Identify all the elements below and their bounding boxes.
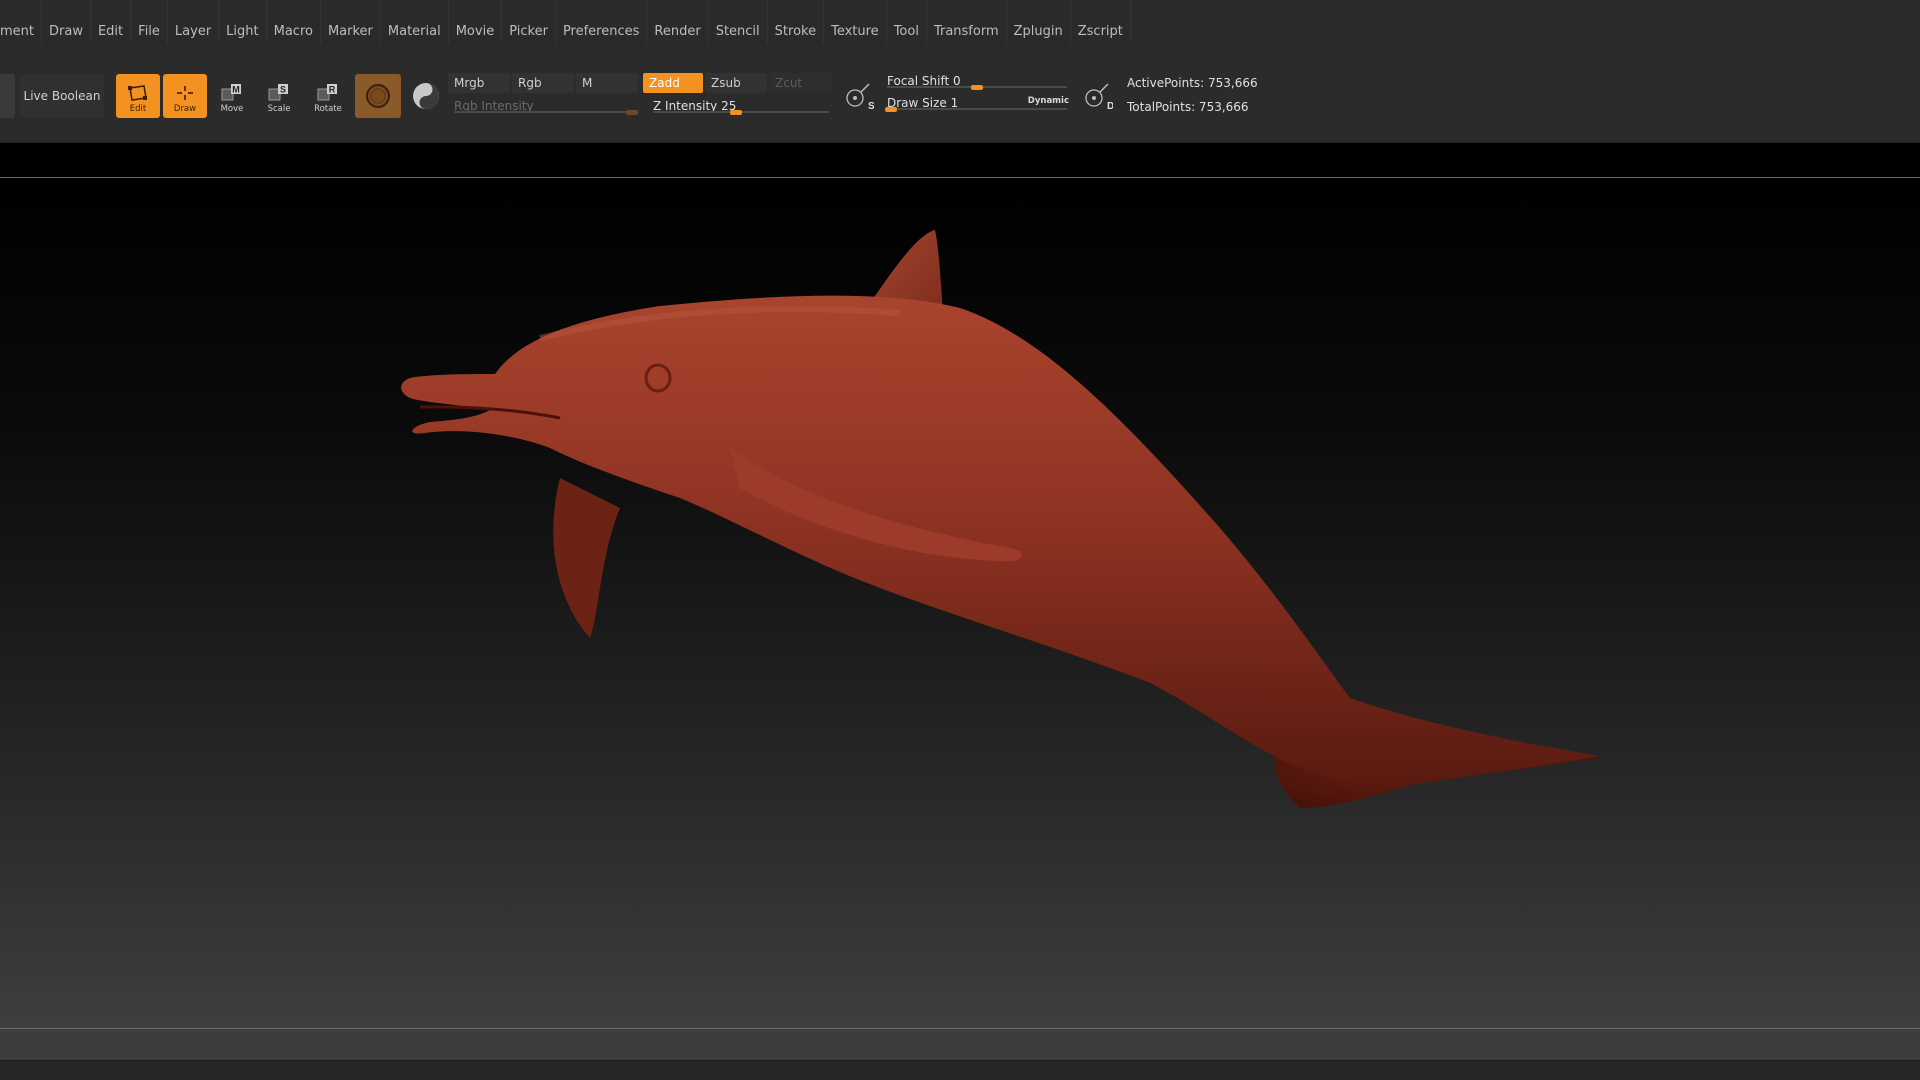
status-bar (0, 1060, 1920, 1080)
rotate-icon: R (317, 84, 337, 101)
zcut-button[interactable]: Zcut (769, 73, 831, 93)
edit-icon (128, 85, 147, 101)
move-icon: M (221, 84, 241, 101)
rotate-label: Rotate (314, 104, 342, 114)
live-boolean-button[interactable]: Live Boolean (20, 74, 104, 118)
rgb-intensity-knob[interactable] (626, 110, 638, 115)
target-s-icon: S (846, 83, 874, 112)
scale-button[interactable]: S Scale (257, 74, 301, 118)
left-flipper (553, 478, 620, 638)
edit-button[interactable]: Edit (116, 74, 160, 118)
menu-alpha-partial[interactable]: ment (0, 0, 42, 44)
z-intensity-knob[interactable] (730, 110, 742, 115)
zbrush-window: ment Draw Edit File Layer Light Macro Ma… (0, 0, 1920, 1080)
menu-picker[interactable]: Picker (502, 0, 556, 44)
menu-stroke[interactable]: Stroke (768, 0, 825, 44)
menu-light[interactable]: Light (219, 0, 267, 44)
menu-texture[interactable]: Texture (824, 0, 887, 44)
target-d-icon: D (1085, 83, 1113, 112)
canvas-top-strip (0, 143, 1920, 177)
menu-stencil[interactable]: Stencil (709, 0, 768, 44)
scale-icon: S (268, 84, 288, 101)
brush-s-button[interactable]: S (839, 76, 877, 116)
mrgb-button[interactable]: Mrgb (448, 73, 510, 93)
menu-material[interactable]: Material (381, 0, 449, 44)
zsub-button[interactable]: Zsub (705, 73, 767, 93)
menu-tool[interactable]: Tool (887, 0, 927, 44)
material-sphere-icon (366, 84, 390, 108)
menu-macro[interactable]: Macro (267, 0, 321, 44)
draw-button[interactable]: Draw (163, 74, 207, 118)
edit-label: Edit (129, 104, 147, 114)
yin-yang-sphere-icon (413, 83, 439, 109)
draw-size-slider[interactable]: Draw Size 1 Dynamic (881, 93, 1073, 113)
menu-preferences[interactable]: Preferences (556, 0, 648, 44)
brush-d-button[interactable]: D (1078, 76, 1116, 116)
menu-movie[interactable]: Movie (449, 0, 503, 44)
svg-text:S: S (280, 85, 286, 95)
menu-render[interactable]: Render (647, 0, 709, 44)
document-canvas[interactable] (0, 177, 1920, 1028)
menu-edit[interactable]: Edit (91, 0, 132, 44)
rgb-button[interactable]: Rgb (512, 73, 574, 93)
zadd-button[interactable]: Zadd (643, 73, 703, 93)
m-button[interactable]: M (576, 73, 638, 93)
menu-transform[interactable]: Transform (927, 0, 1007, 44)
top-shelf: Live Boolean Edit Draw M Move S Scale R … (0, 49, 1920, 143)
rotate-button[interactable]: R Rotate (306, 74, 350, 118)
svg-text:R: R (329, 85, 336, 95)
focal-shift-slider[interactable]: Focal Shift 0 (881, 71, 1073, 91)
menu-file[interactable]: File (131, 0, 168, 44)
menu-draw[interactable]: Draw (42, 0, 91, 44)
menu-bar: ment Draw Edit File Layer Light Macro Ma… (0, 0, 1920, 49)
menu-layer[interactable]: Layer (168, 0, 220, 44)
menu-zplugin[interactable]: Zplugin (1007, 0, 1071, 44)
draw-size-knob[interactable] (885, 107, 897, 112)
draw-crosshair-icon (177, 86, 193, 100)
svg-text:D: D (1107, 101, 1113, 112)
svg-text:S: S (868, 101, 874, 112)
svg-text:M: M (232, 85, 240, 95)
move-button[interactable]: M Move (210, 74, 254, 118)
draw-label: Draw (173, 104, 197, 114)
texture-button[interactable] (406, 74, 446, 118)
active-points: ActivePoints: 753,666 (1127, 76, 1258, 90)
z-intensity-slider[interactable]: Z Intensity 25 (647, 96, 831, 116)
rgb-intensity-slider[interactable]: Rgb Intensity (448, 96, 642, 116)
dynamic-toggle[interactable]: Dynamic (1028, 96, 1069, 106)
menu-zscript[interactable]: Zscript (1071, 0, 1131, 44)
menu-marker[interactable]: Marker (321, 0, 381, 44)
draw-size-track (887, 108, 1067, 110)
dolphin-model[interactable] (0, 178, 1920, 1029)
rgb-intensity-track (454, 111, 636, 113)
total-points: TotalPoints: 753,666 (1127, 100, 1249, 114)
shelf-left-button[interactable] (0, 74, 15, 118)
move-label: Move (220, 104, 244, 114)
scale-label: Scale (267, 104, 291, 114)
bottom-shelf (0, 1029, 1920, 1060)
focal-shift-knob[interactable] (971, 85, 983, 90)
material-button[interactable] (355, 74, 401, 118)
